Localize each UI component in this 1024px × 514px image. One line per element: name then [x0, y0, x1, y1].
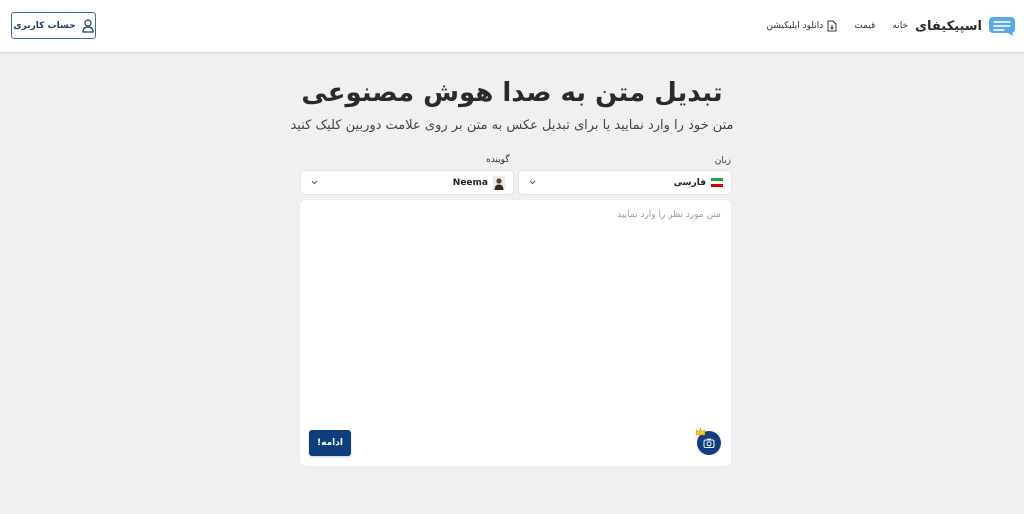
speaker-label: گوینده	[486, 155, 510, 165]
text-input-panel: ادامه!	[300, 200, 731, 466]
logo-text: اسپیکیفای	[915, 18, 982, 34]
nav-home[interactable]: خانه	[892, 21, 908, 31]
chevron-down-icon	[311, 180, 318, 185]
iran-flag-icon	[711, 178, 723, 187]
speaker-value: Neema	[452, 177, 488, 188]
nav-download-app[interactable]: دانلود اپلیکیشن	[767, 20, 838, 32]
account-button-label: حساب کاربری	[13, 20, 76, 31]
text-input[interactable]	[310, 208, 721, 413]
logo[interactable]: اسپیکیفای	[915, 14, 1016, 38]
language-value: فارسی	[673, 177, 706, 188]
language-select[interactable]: فارسی	[519, 171, 731, 194]
crown-icon	[695, 427, 706, 436]
page-subtitle: متن خود را وارد نمایید یا برای تبدیل عکس…	[290, 118, 734, 133]
user-icon	[82, 18, 94, 33]
speaker-selected: Neema	[453, 171, 505, 194]
top-header: حساب کاربری اسپیکیفای خانه قیمت دانلود ا…	[0, 0, 1024, 53]
speaker-select[interactable]: Neema	[301, 171, 513, 194]
nav-download-label: دانلود اپلیکیشن	[766, 21, 824, 31]
main-nav: خانه قیمت دانلود اپلیکیشن	[767, 18, 908, 34]
continue-button[interactable]: ادامه!	[309, 430, 351, 456]
account-button[interactable]: حساب کاربری	[11, 12, 96, 39]
download-app-icon	[827, 20, 837, 32]
page-title: تبدیل متن به صدا هوش مصنوعی	[301, 78, 723, 108]
nav-pricing[interactable]: قیمت	[854, 21, 875, 31]
speaker-avatar	[493, 175, 505, 190]
camera-icon	[703, 438, 715, 448]
language-selected: فارسی	[674, 171, 723, 194]
language-label: زبان	[714, 156, 731, 166]
chevron-down-icon	[529, 180, 536, 185]
logo-icon	[989, 17, 1015, 36]
